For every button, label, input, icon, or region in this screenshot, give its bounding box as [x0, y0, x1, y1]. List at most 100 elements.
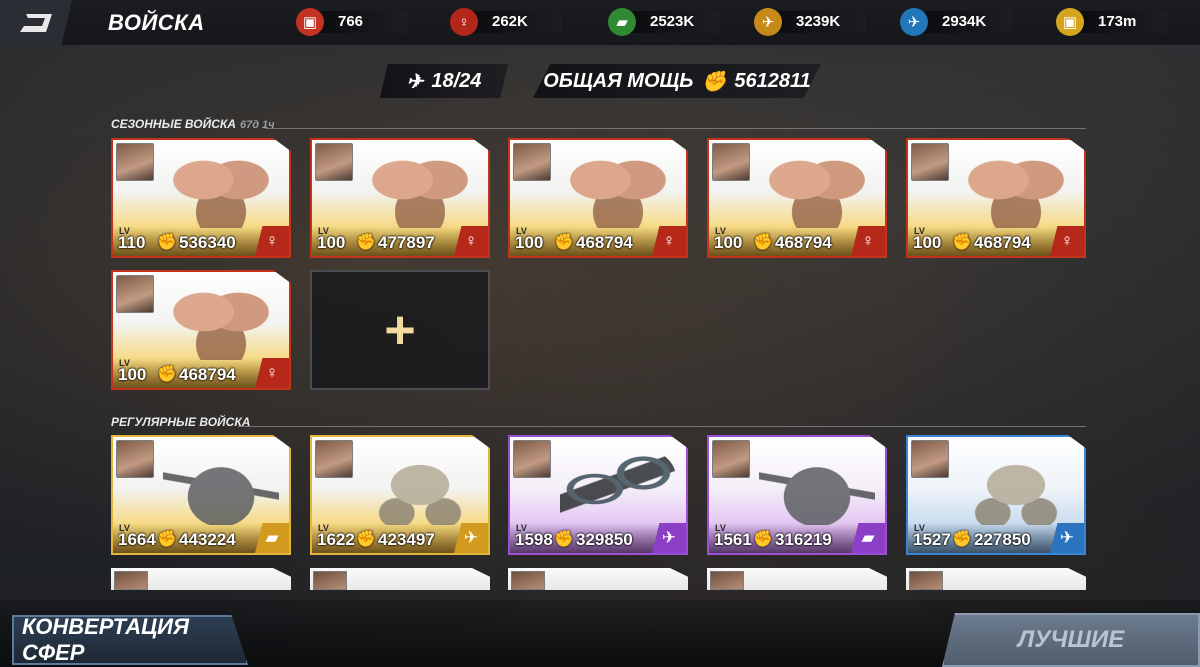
unit-art	[163, 445, 279, 525]
level-value: 100	[714, 233, 743, 252]
infantry-icon: ♀	[450, 8, 478, 36]
mech-icon: ✈	[754, 8, 782, 36]
power-value: 423497	[378, 530, 435, 549]
fist-icon: ✊	[952, 234, 972, 251]
fist-icon: ✊	[554, 531, 574, 548]
power-value: 316219	[775, 530, 832, 549]
avatar	[315, 143, 353, 181]
unit-card-partial[interactable]	[906, 568, 1086, 590]
unit-card[interactable]: LV 100 ✊ 477897 ♀	[310, 138, 490, 258]
red-cube-icon: ▣	[296, 8, 324, 36]
seasonal-section-title: СЕЗОННЫЕ ВОЙСКА 67д 1ч	[111, 117, 275, 131]
section-divider	[238, 426, 1086, 427]
level-value: 1561	[714, 530, 752, 549]
avatar	[911, 440, 949, 478]
fist-icon: ✊	[157, 366, 177, 383]
avatar	[315, 440, 353, 478]
level-value: 100	[913, 233, 942, 252]
power-value: 468794	[576, 233, 633, 252]
gold-cube-icon: ▣	[1056, 8, 1084, 36]
unit-art	[362, 445, 478, 525]
resource-value: 2934K	[922, 11, 1012, 33]
regular-section-title: РЕГУЛЯРНЫЕ ВОЙСКА	[111, 415, 250, 429]
resource-value: 766	[318, 11, 408, 33]
aircraft-icon: ✈	[900, 8, 928, 36]
power-value: 536340	[179, 233, 236, 252]
fist-icon: ✊	[701, 70, 727, 93]
total-power-value: 5612811	[734, 69, 811, 92]
unit-card[interactable]: LV 1622 ✊ 423497 ✈	[310, 435, 490, 555]
fist-icon: ✊	[157, 234, 177, 251]
unit-card[interactable]: LV 110 ✊ 536340 ♀	[111, 138, 291, 258]
squad-icon: ✈	[406, 70, 424, 93]
power-value: 443224	[179, 530, 236, 549]
avatar	[116, 440, 154, 478]
unit-card-partial[interactable]	[111, 568, 291, 590]
resource-aircraft[interactable]: ✈ 2934K	[900, 8, 1012, 36]
unit-art	[759, 148, 875, 228]
unit-card[interactable]: LV 100 ✊ 468794 ♀	[111, 270, 291, 390]
back-button[interactable]	[0, 0, 72, 46]
squad-count-pill: ✈ 18/24	[380, 64, 508, 98]
resource-tank[interactable]: ▰ 2523K	[608, 8, 720, 36]
resource-red-cube[interactable]: ▣ 766	[296, 8, 408, 36]
level-value: 1664	[118, 530, 156, 549]
power-value: 468794	[974, 233, 1031, 252]
unit-card[interactable]: LV 100 ✊ 468794 ♀	[906, 138, 1086, 258]
page-title: ВОЙСКА	[108, 10, 205, 35]
fist-icon: ✊	[554, 234, 574, 251]
avatar	[513, 143, 551, 181]
fist-icon: ✊	[753, 234, 773, 251]
squad-count: 18/24	[431, 69, 482, 92]
resource-gold-cube[interactable]: ▣ 173m	[1056, 8, 1168, 36]
plus-icon: +	[384, 300, 416, 360]
unit-card[interactable]: LV 100 ✊ 468794 ♀	[707, 138, 887, 258]
fist-icon: ✊	[952, 531, 972, 548]
resource-value: 3239K	[776, 11, 866, 33]
fist-icon: ✊	[356, 234, 376, 251]
unit-art	[362, 148, 478, 228]
top-bar: ВОЙСКА	[0, 0, 1200, 46]
avatar	[114, 571, 148, 590]
unit-art	[958, 148, 1074, 228]
level-value: 1598	[515, 530, 553, 549]
level-value: 100	[118, 365, 147, 384]
unit-card[interactable]: LV 1598 ✊ 329850 ✈	[508, 435, 688, 555]
total-power-pill: ОБЩАЯ МОЩЬ ✊ 5612811	[533, 64, 821, 98]
unit-card-partial[interactable]	[508, 568, 688, 590]
avatar	[313, 571, 347, 590]
convert-spheres-button[interactable]: КОНВЕРТАЦИЯ СФЕР	[12, 615, 248, 665]
unit-card[interactable]: LV 100 ✊ 468794 ♀	[508, 138, 688, 258]
resource-mech[interactable]: ✈ 3239K	[754, 8, 866, 36]
unit-card[interactable]: LV 1664 ✊ 443224 ▰	[111, 435, 291, 555]
level-value: 1622	[317, 530, 355, 549]
back-icon	[20, 14, 52, 32]
unit-card[interactable]: LV 1527 ✊ 227850 ✈	[906, 435, 1086, 555]
resource-value: 2523K	[630, 11, 720, 33]
regular-title: РЕГУЛЯРНЫЕ ВОЙСКА	[111, 415, 251, 429]
tank-icon: ▰	[608, 8, 636, 36]
power-value: 468794	[775, 233, 832, 252]
avatar	[116, 143, 154, 181]
avatar	[909, 571, 943, 590]
level-value: 110	[118, 233, 146, 252]
avatar	[712, 143, 750, 181]
unit-art	[560, 148, 676, 228]
power-value: 477897	[378, 233, 435, 252]
unit-art	[560, 445, 676, 525]
resource-value: 262K	[472, 11, 562, 33]
level-value: 1527	[913, 530, 951, 549]
avatar	[116, 275, 154, 313]
avatar	[710, 571, 744, 590]
power-value: 227850	[974, 530, 1031, 549]
avatar	[513, 440, 551, 478]
fist-icon: ✊	[157, 531, 177, 548]
best-button[interactable]: ЛУЧШИЕ	[942, 613, 1200, 667]
seasonal-title: СЕЗОННЫЕ ВОЙСКА	[111, 117, 236, 131]
add-unit-button[interactable]: +	[310, 270, 490, 390]
unit-card-partial[interactable]	[310, 568, 490, 590]
level-value: 100	[515, 233, 544, 252]
resource-infantry[interactable]: ♀ 262K	[450, 8, 562, 36]
unit-card[interactable]: LV 1561 ✊ 316219 ▰	[707, 435, 887, 555]
unit-card-partial[interactable]	[707, 568, 887, 590]
